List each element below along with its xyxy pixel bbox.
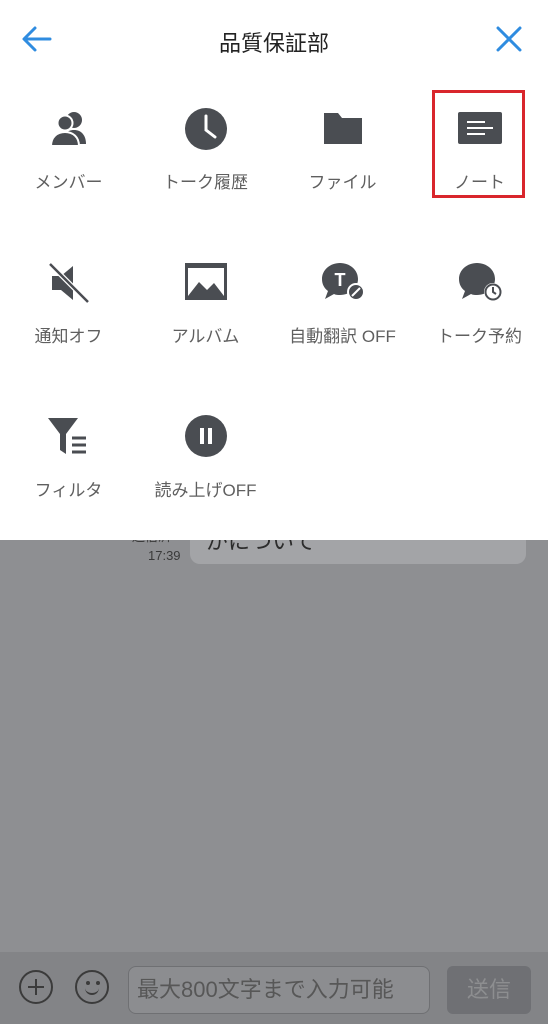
highlight-box xyxy=(432,90,525,198)
page-title: 品質保証部 xyxy=(218,31,329,56)
menu-label: トーク履歴 xyxy=(163,173,248,192)
album-icon xyxy=(181,258,231,308)
menu-label: フィルタ xyxy=(34,481,103,500)
menu-label: メンバー xyxy=(34,173,103,192)
menu-label: トーク予約 xyxy=(437,327,522,346)
pause-icon xyxy=(181,412,231,462)
clock-icon xyxy=(181,104,231,154)
menu-item-members[interactable]: メンバー xyxy=(0,104,137,224)
menu-item-talk-history[interactable]: トーク履歴 xyxy=(137,104,274,224)
menu-label: 通知オフ xyxy=(34,327,103,346)
scheduled-talk-icon xyxy=(455,258,505,308)
translate-icon: T xyxy=(318,258,368,308)
close-icon[interactable] xyxy=(492,22,526,56)
message-time: 17:39 xyxy=(148,548,181,563)
svg-text:T: T xyxy=(335,270,346,290)
message-input[interactable] xyxy=(128,966,430,1014)
menu-label: 自動翻訳 OFF xyxy=(289,327,396,346)
menu-item-read-aloud[interactable]: 読み上げOFF xyxy=(137,412,274,532)
emoji-icon[interactable] xyxy=(75,970,109,1004)
mute-icon xyxy=(44,258,94,308)
panel-header: 品質保証部 xyxy=(0,0,548,80)
plus-icon[interactable] xyxy=(19,970,53,1004)
menu-item-scheduled-talk[interactable]: トーク予約 xyxy=(411,258,548,378)
send-button[interactable]: 送信 xyxy=(447,966,531,1014)
menu-item-translate[interactable]: T 自動翻訳 OFF xyxy=(274,258,411,378)
menu-label: ファイル xyxy=(308,173,377,192)
menu-item-album[interactable]: アルバム xyxy=(137,258,274,378)
menu-item-filter[interactable]: フィルタ xyxy=(0,412,137,532)
chat-menu-panel: 品質保証部 メンバー トーク履歴 ファイル ノート 通知オフ アルバム T 自動… xyxy=(0,0,548,540)
members-icon xyxy=(44,104,94,154)
filter-icon xyxy=(44,412,94,462)
menu-label: アルバム xyxy=(171,327,240,346)
menu-label: 読み上げOFF xyxy=(154,481,257,500)
menu-item-files[interactable]: ファイル xyxy=(274,104,411,224)
menu-item-mute[interactable]: 通知オフ xyxy=(0,258,137,378)
folder-icon xyxy=(318,104,368,154)
